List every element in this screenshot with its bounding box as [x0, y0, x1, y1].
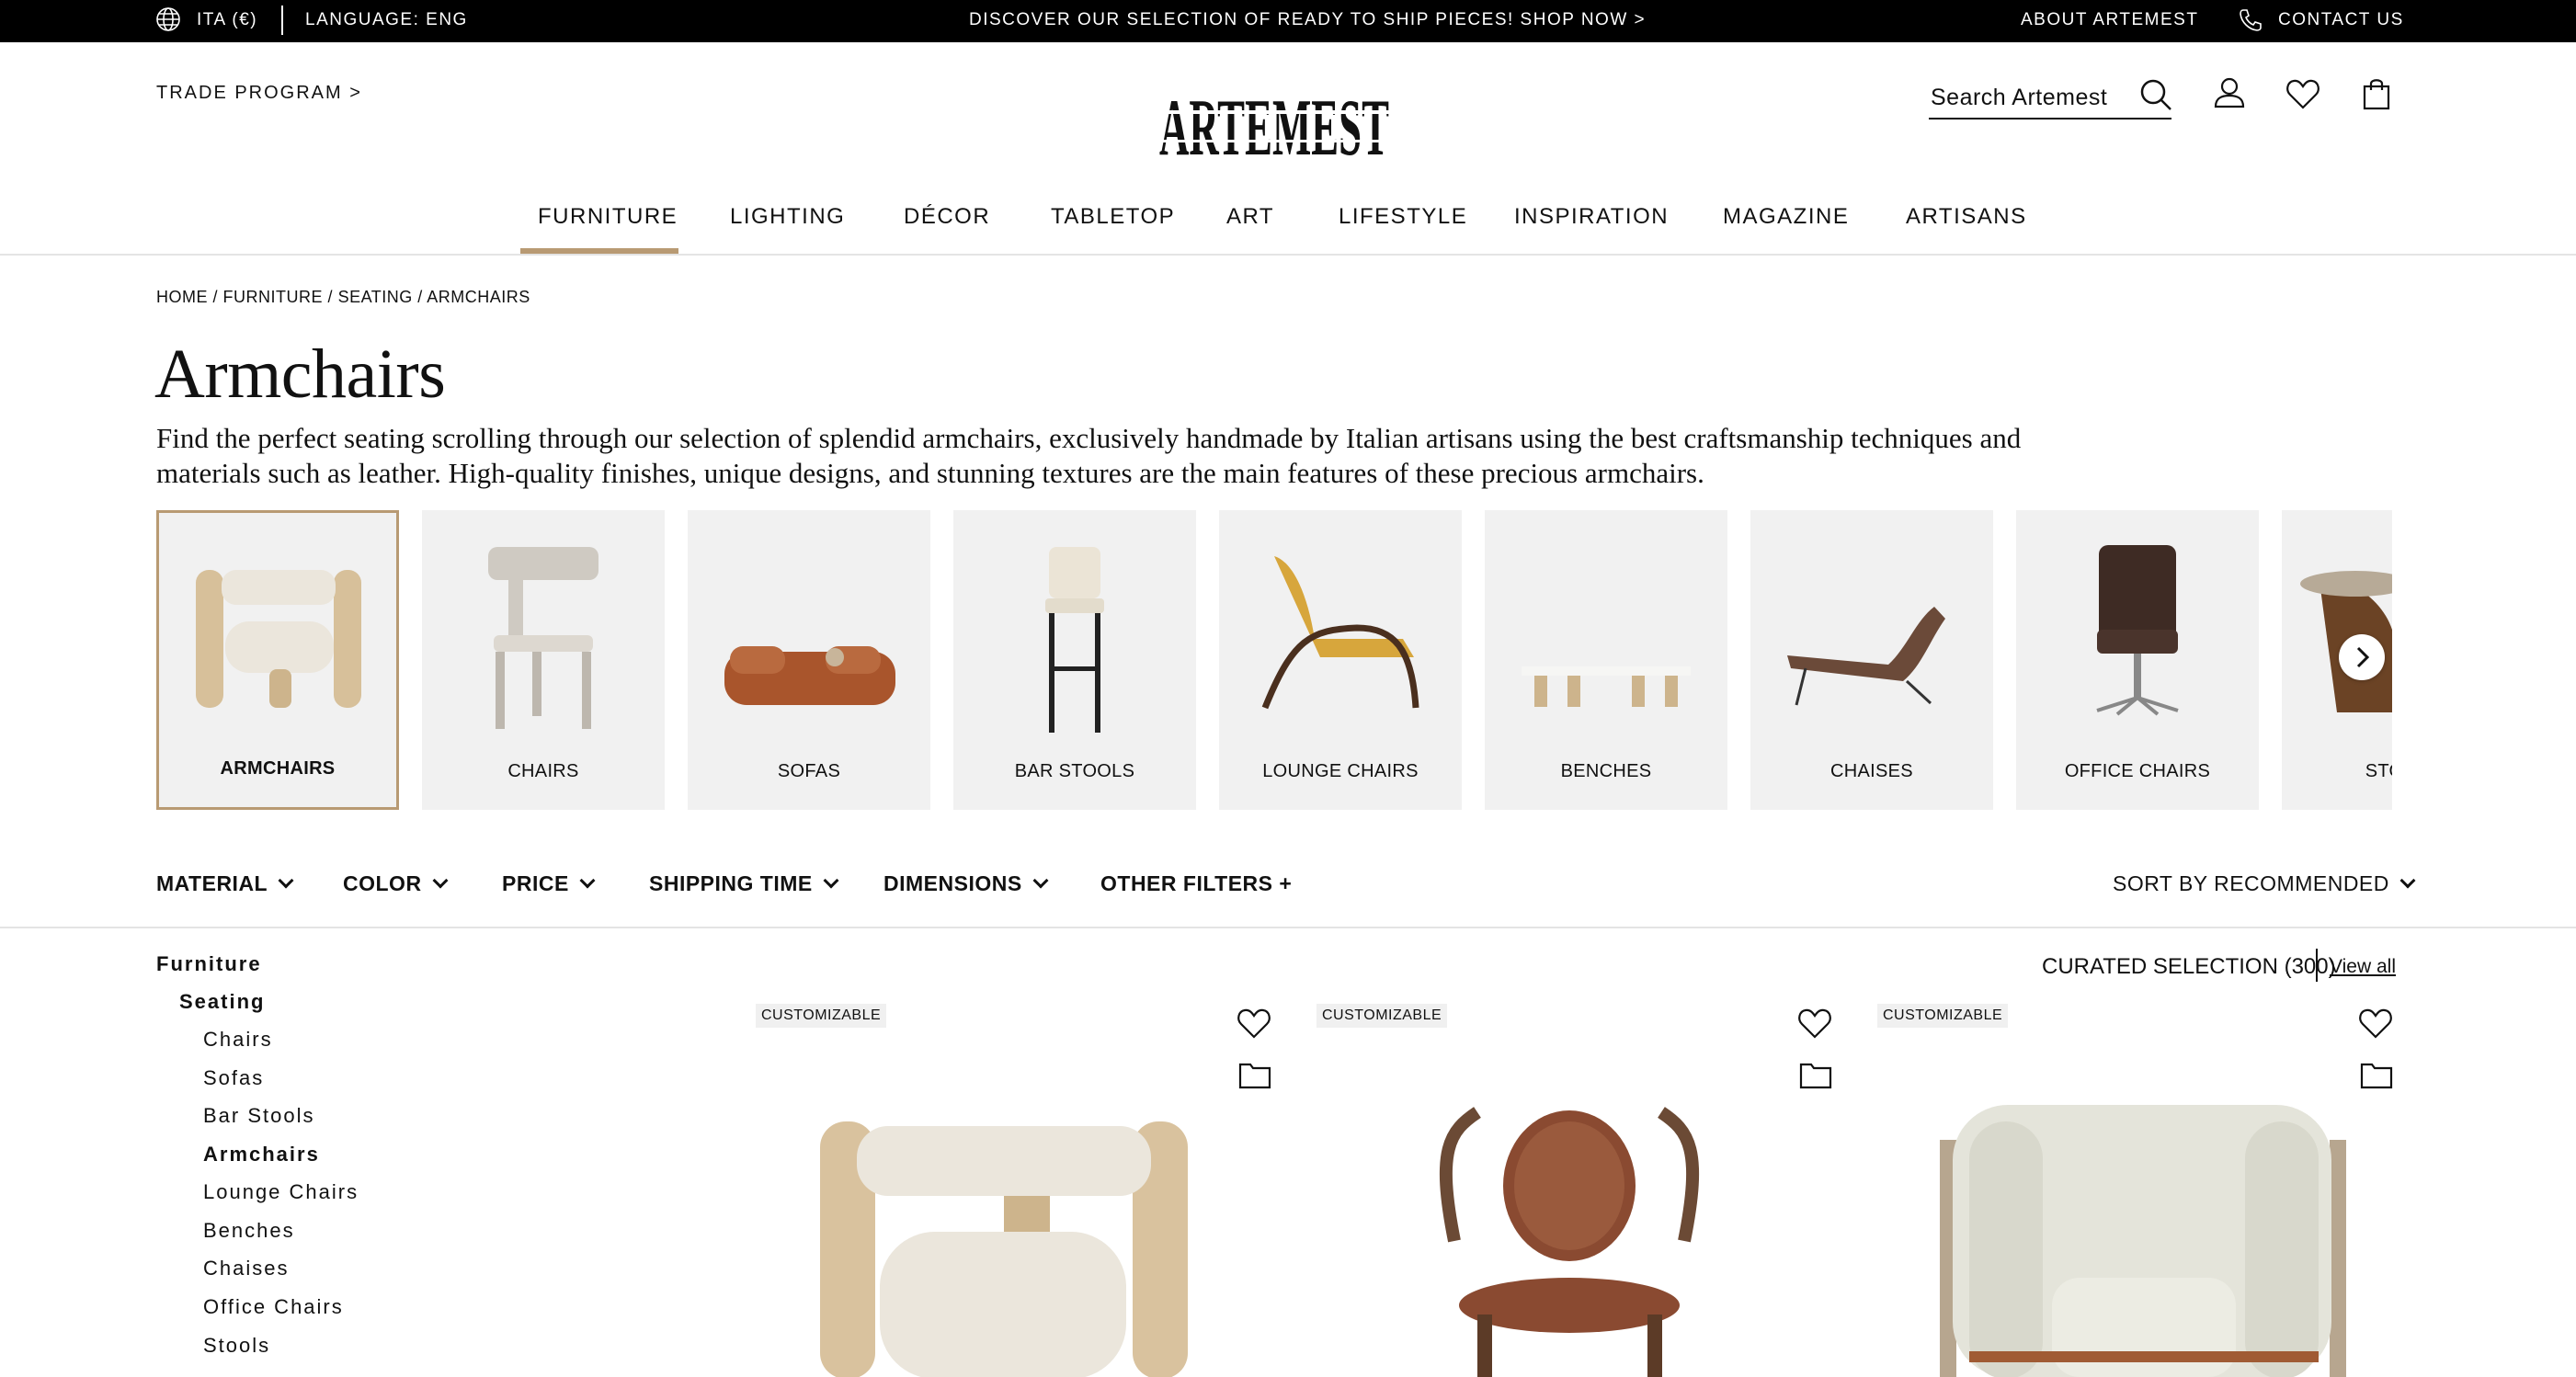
- search-input[interactable]: Search Artemest: [1931, 85, 2107, 111]
- breadcrumb-home[interactable]: HOME: [156, 288, 208, 306]
- chevron-down-icon: [2399, 872, 2416, 889]
- sidebar-item-armchairs[interactable]: Armchairs: [203, 1143, 320, 1166]
- category-card-lounge-chairs[interactable]: LOUNGE CHAIRS: [1219, 510, 1462, 810]
- language-selector[interactable]: LANGUAGE: ENG: [305, 10, 468, 30]
- folder-icon[interactable]: [2359, 1059, 2394, 1090]
- sidebar-item-lounge-chairs[interactable]: Lounge Chairs: [203, 1180, 359, 1204]
- filter-shipping-time[interactable]: SHIPPING TIME: [649, 871, 839, 896]
- sidebar-group-seating[interactable]: Seating: [179, 990, 265, 1014]
- region-selector[interactable]: ITA (€): [197, 10, 257, 30]
- category-card-chairs[interactable]: CHAIRS: [422, 510, 665, 810]
- chevron-down-icon: [579, 872, 596, 889]
- carousel-next-button[interactable]: [2339, 634, 2385, 680]
- folder-icon[interactable]: [1237, 1059, 1272, 1090]
- category-card-office-chairs[interactable]: OFFICE CHAIRS: [2016, 510, 2259, 810]
- category-label: SOFAS: [777, 761, 841, 781]
- chevron-down-icon: [278, 872, 294, 889]
- nav-artisans[interactable]: ARTISANS: [1906, 204, 2027, 230]
- user-icon[interactable]: [2212, 75, 2247, 110]
- divider: [2316, 949, 2318, 982]
- product-image: [820, 1121, 1188, 1377]
- filter-color[interactable]: COLOR: [343, 871, 449, 896]
- sidebar-root-furniture[interactable]: Furniture: [156, 952, 262, 976]
- header-divider: [0, 254, 2576, 256]
- wishlist-icon[interactable]: [2285, 77, 2320, 110]
- breadcrumb-furniture[interactable]: FURNITURE: [223, 288, 324, 306]
- nav-art[interactable]: ART: [1226, 204, 1274, 230]
- cart-bag-icon[interactable]: [2361, 75, 2392, 110]
- promo-link[interactable]: DISCOVER OUR SELECTION OF READY TO SHIP …: [969, 10, 1646, 30]
- top-bar: ITA (€) LANGUAGE: ENG DISCOVER OUR SELEC…: [0, 0, 2576, 42]
- sidebar-item-chairs[interactable]: Chairs: [203, 1028, 273, 1052]
- phone-icon: [2240, 9, 2262, 31]
- category-label: BENCHES: [1560, 761, 1652, 781]
- wishlist-heart-icon[interactable]: [2357, 1006, 2394, 1041]
- about-link[interactable]: ABOUT ARTEMEST: [2021, 10, 2198, 30]
- page-description: Find the perfect seating scrolling throu…: [156, 422, 2022, 489]
- curated-selection-count: CURATED SELECTION (300): [2042, 954, 2336, 979]
- customizable-badge: CUSTOMIZABLE: [756, 1004, 887, 1028]
- category-carousel: ARMCHAIRS CHAIRS SOFAS BAR STOOLS LOUNGE…: [156, 510, 2392, 810]
- customizable-badge: CUSTOMIZABLE: [1877, 1004, 2009, 1028]
- filter-dimensions[interactable]: DIMENSIONS: [883, 871, 1049, 896]
- nav-decor[interactable]: DÉCOR: [904, 204, 990, 230]
- category-label: CHAISES: [1830, 761, 1913, 781]
- chevron-down-icon: [432, 872, 449, 889]
- svg-text:ARTEMEST: ARTEMEST: [1159, 84, 1389, 173]
- wishlist-heart-icon[interactable]: [1796, 1006, 1833, 1041]
- search-field[interactable]: Search Artemest: [1929, 74, 2171, 119]
- customizable-badge: CUSTOMIZABLE: [1316, 1004, 1448, 1028]
- filter-material[interactable]: MATERIAL: [156, 871, 294, 896]
- category-card-chaises[interactable]: CHAISES: [1750, 510, 1993, 810]
- contact-link[interactable]: CONTACT US: [2278, 10, 2404, 30]
- page-title: Armchairs: [154, 336, 446, 413]
- product-card[interactable]: CUSTOMIZABLE: [1316, 1002, 1813, 1377]
- category-card-armchairs[interactable]: ARMCHAIRS: [156, 510, 399, 810]
- search-icon[interactable]: [2138, 77, 2173, 112]
- category-label: OFFICE CHAIRS: [2064, 761, 2211, 781]
- breadcrumb-seating[interactable]: SEATING: [338, 288, 413, 306]
- product-card[interactable]: CUSTOMIZABLE: [1877, 1002, 2374, 1377]
- category-label: LOUNGE CHAIRS: [1262, 761, 1419, 781]
- filter-divider: [0, 927, 2576, 928]
- sidebar-item-office-chairs[interactable]: Office Chairs: [203, 1295, 344, 1319]
- artemest-logo[interactable]: ARTEMEST: [1154, 74, 1395, 175]
- category-card-bar-stools[interactable]: BAR STOOLS: [953, 510, 1196, 810]
- nav-inspiration[interactable]: INSPIRATION: [1514, 204, 1669, 230]
- sort-dropdown[interactable]: SORT BY RECOMMENDED: [2113, 871, 2416, 896]
- product-image: [1940, 1105, 2346, 1377]
- category-label: CHAIRS: [507, 761, 579, 781]
- folder-icon[interactable]: [1798, 1059, 1833, 1090]
- nav-lighting[interactable]: LIGHTING: [730, 204, 845, 230]
- category-label: STOOLS: [2365, 761, 2392, 781]
- breadcrumb-current: ARMCHAIRS: [427, 288, 530, 306]
- category-card-sofas[interactable]: SOFAS: [688, 510, 930, 810]
- category-label: BAR STOOLS: [1014, 761, 1135, 781]
- sidebar-item-benches[interactable]: Benches: [203, 1219, 295, 1243]
- product-image: [1439, 1107, 1700, 1377]
- breadcrumb: HOME / FURNITURE / SEATING / ARMCHAIRS: [156, 288, 530, 306]
- filter-price[interactable]: PRICE: [502, 871, 596, 896]
- category-label: ARMCHAIRS: [220, 758, 336, 779]
- sidebar-item-stools[interactable]: Stools: [203, 1334, 270, 1358]
- filter-other[interactable]: OTHER FILTERS +: [1100, 871, 1292, 896]
- sidebar-item-sofas[interactable]: Sofas: [203, 1066, 264, 1090]
- globe-icon[interactable]: [154, 6, 182, 33]
- nav-tabletop[interactable]: TABLETOP: [1051, 204, 1175, 230]
- nav-furniture[interactable]: FURNITURE: [538, 204, 678, 230]
- nav-magazine[interactable]: MAGAZINE: [1723, 204, 1849, 230]
- chevron-down-icon: [1032, 872, 1049, 889]
- chevron-down-icon: [823, 872, 839, 889]
- trade-program-link[interactable]: TRADE PROGRAM >: [156, 83, 362, 104]
- divider: [281, 6, 283, 35]
- view-all-link[interactable]: View all: [2330, 956, 2396, 978]
- sidebar-item-chaises[interactable]: Chaises: [203, 1257, 289, 1280]
- wishlist-heart-icon[interactable]: [1236, 1006, 1272, 1041]
- chevron-right-icon: [2356, 646, 2370, 668]
- sidebar-item-bar-stools[interactable]: Bar Stools: [203, 1104, 315, 1128]
- nav-lifestyle[interactable]: LIFESTYLE: [1339, 204, 1467, 230]
- category-card-benches[interactable]: BENCHES: [1485, 510, 1727, 810]
- product-card[interactable]: CUSTOMIZABLE: [756, 1002, 1252, 1377]
